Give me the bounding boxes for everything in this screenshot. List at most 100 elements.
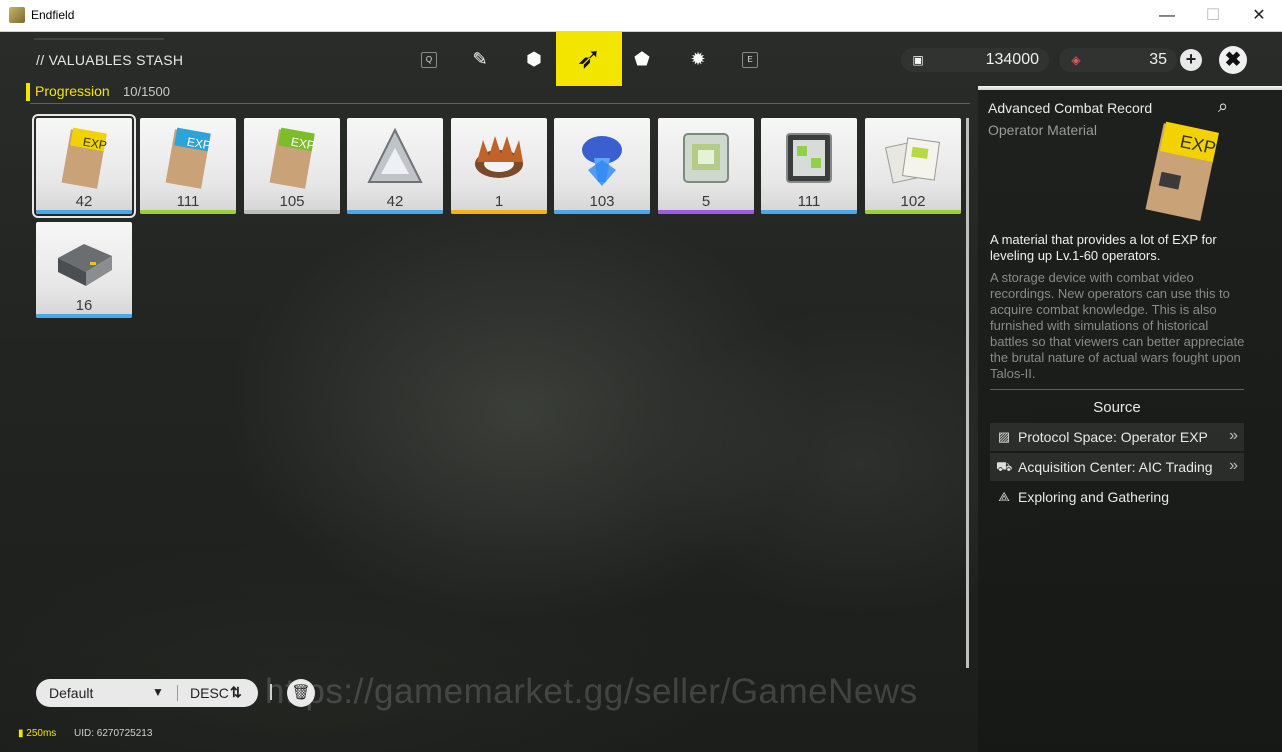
originium-icon: ◈	[1071, 53, 1081, 67]
stash-capacity: 10/1500	[123, 84, 170, 99]
add-currency-button[interactable]: +	[1180, 49, 1202, 71]
watermark-text: https://gamemarket.gg/seller/GameNews	[265, 672, 918, 711]
e-key-icon[interactable]: E	[742, 52, 758, 68]
detail-description: A storage device with combat video recor…	[990, 270, 1245, 381]
item-quantity: 1	[494, 193, 504, 210]
currency-originium: ◈ 35	[1059, 48, 1177, 72]
rarity-bar	[36, 210, 132, 214]
money-card-icon: ▣	[912, 53, 924, 67]
stash-title: // VALUABLES STASH	[36, 52, 184, 68]
q-key-icon[interactable]: Q	[421, 52, 437, 68]
category-marker	[26, 83, 30, 101]
item-slot[interactable]: 1	[451, 118, 547, 214]
chevron-right-icon: »	[1229, 457, 1238, 474]
item-slot[interactable]: EXP 111	[140, 118, 236, 214]
window-title: Endfield	[31, 8, 75, 22]
cube-module-icon	[683, 133, 729, 183]
app-icon	[9, 7, 25, 23]
header-divider	[30, 103, 970, 104]
item-slot[interactable]: EXP 105	[244, 118, 340, 214]
item-slot[interactable]: 5	[658, 118, 754, 214]
tab-weapons[interactable]: ✎	[464, 46, 496, 72]
item-quantity: 42	[75, 193, 93, 210]
sort-divider	[177, 685, 178, 701]
category-progression[interactable]: Progression	[35, 83, 110, 99]
maximize-button[interactable]: ☐	[1190, 0, 1236, 31]
source-label: Acquisition Center: AIC Trading	[1018, 459, 1213, 475]
exp-card-gold-icon: EXP	[61, 127, 108, 189]
item-quantity: 42	[386, 193, 404, 210]
item-quantity: 103	[589, 193, 615, 210]
rarity-bar	[554, 210, 650, 214]
source-exploring: ⟁ Exploring and Gathering	[990, 483, 1244, 511]
detail-item-name: Advanced Combat Record	[988, 100, 1153, 116]
item-quantity: 16	[75, 297, 93, 314]
blue-crystal-icon	[582, 136, 622, 186]
cube-icon: ⬢	[526, 49, 542, 69]
currency-originium-value: 35	[1149, 51, 1167, 68]
item-slot[interactable]: 111	[761, 118, 857, 214]
source-heading: Source	[1093, 399, 1141, 416]
source-label: Exploring and Gathering	[1018, 489, 1169, 505]
crown-icon	[475, 136, 523, 178]
sort-field-select[interactable]: Default	[49, 685, 93, 701]
player-uid: UID: 6270725213	[74, 728, 153, 739]
data-cards-icon	[885, 137, 941, 184]
circuit-module-icon	[786, 133, 832, 183]
valuables-cursor-icon: ➶	[576, 42, 602, 75]
protocol-icon: ▨	[997, 429, 1011, 444]
rarity-bar	[140, 210, 236, 214]
item-quantity: 111	[176, 193, 200, 210]
source-acquisition-center[interactable]: ⛟ Acquisition Center: AIC Trading »	[990, 453, 1244, 481]
close-stash-button[interactable]: ✖	[1219, 46, 1247, 74]
chevron-down-icon[interactable]: ▼	[152, 685, 164, 699]
rarity-bar	[658, 210, 754, 214]
detail-item-art: EXP	[1145, 121, 1219, 221]
item-slot[interactable]: 103	[554, 118, 650, 214]
window-close-button[interactable]: ✕	[1236, 0, 1282, 31]
shapes-icon: ⬟	[634, 49, 650, 69]
item-quantity: 102	[900, 193, 926, 210]
sort-order-icon[interactable]: ⇅	[230, 684, 242, 701]
currency-money: ▣ 134000	[901, 48, 1049, 72]
item-quantity: 105	[279, 193, 305, 210]
rarity-bar	[347, 210, 443, 214]
item-lookup-icon[interactable]: ⌕	[1218, 96, 1228, 117]
grid-scrollbar[interactable]	[966, 118, 969, 668]
rarity-bar	[451, 210, 547, 214]
gear-icon: ✹	[690, 49, 706, 69]
item-detail-panel: Advanced Combat Record Operator Material…	[978, 86, 1282, 752]
triangle-shard-icon	[367, 127, 423, 183]
chevron-right-icon: »	[1229, 427, 1238, 444]
cart-icon: ⛟	[996, 459, 1013, 474]
item-quantity: 111	[797, 193, 821, 210]
minimize-button[interactable]: —	[1144, 0, 1190, 31]
rarity-bar	[865, 210, 961, 214]
rarity-bar	[36, 314, 132, 318]
exp-card-blue-icon: EXP	[165, 127, 212, 189]
sort-order-toggle[interactable]: DESC	[190, 685, 229, 701]
ping-indicator: ▮ 250ms	[18, 728, 57, 739]
detail-item-type: Operator Material	[988, 122, 1097, 138]
ping-value: 250ms	[26, 728, 57, 739]
tab-valuables[interactable]: ➶	[556, 32, 622, 86]
window-titlebar: Endfield — ☐ ✕	[0, 0, 1282, 32]
game-viewport: // VALUABLES STASH Progression 10/1500 Q…	[0, 32, 1282, 752]
detail-summary: A material that provides a lot of EXP fo…	[990, 232, 1217, 263]
detail-divider	[990, 389, 1244, 390]
detail-header-strip	[978, 86, 1282, 90]
sort-control: Default ▼ DESC ⇅	[36, 679, 258, 707]
item-slot[interactable]: 16	[36, 222, 132, 318]
tab-items[interactable]: ⬟	[626, 46, 658, 72]
tab-equipment[interactable]: ✹	[682, 46, 714, 72]
weapon-icon: ✎	[472, 49, 488, 69]
item-slot[interactable]: 102	[865, 118, 961, 214]
item-slot[interactable]: 42	[347, 118, 443, 214]
item-slot[interactable]: EXP 42	[32, 114, 136, 218]
tab-materials[interactable]: ⬢	[518, 46, 550, 72]
explore-icon: ⟁	[998, 489, 1010, 504]
source-protocol-space[interactable]: ▨ Protocol Space: Operator EXP »	[990, 423, 1244, 451]
item-quantity: 5	[701, 193, 711, 210]
rarity-bar	[244, 210, 340, 214]
currency-money-value: 134000	[985, 51, 1039, 68]
